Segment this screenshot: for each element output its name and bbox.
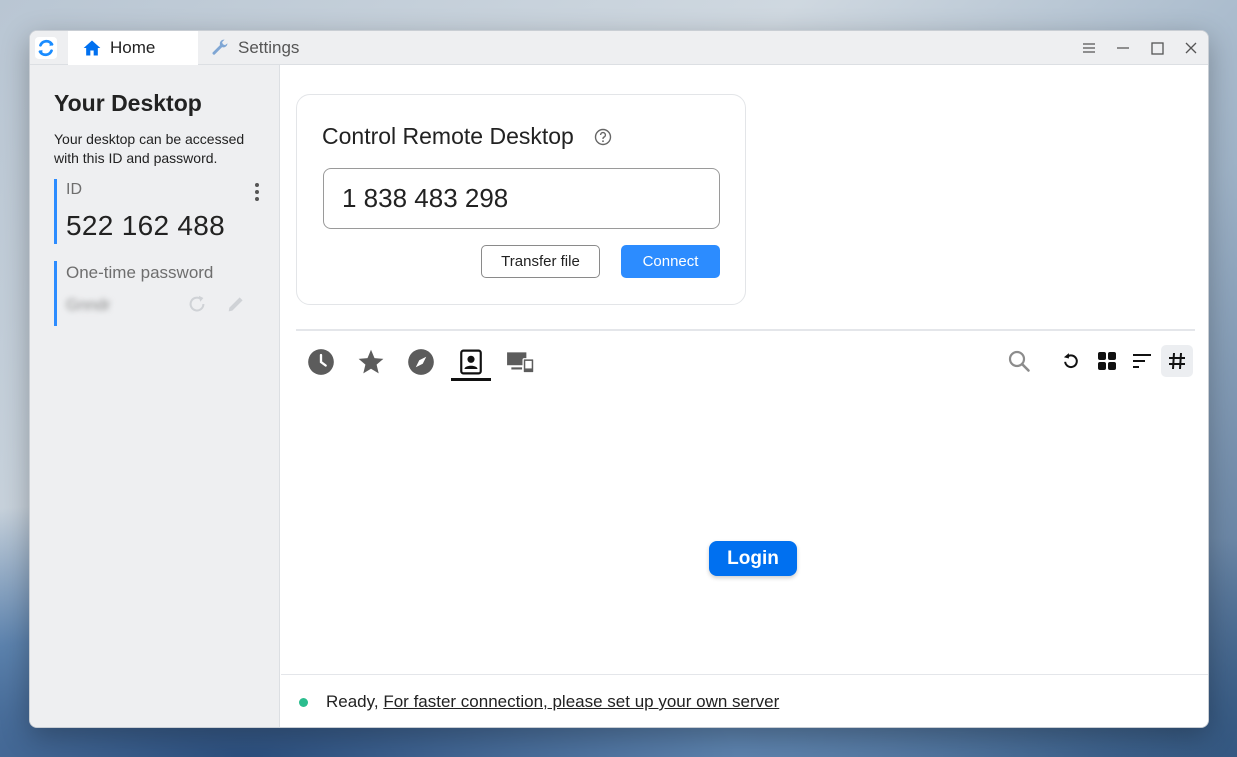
help-icon[interactable] [594,128,612,146]
tab-home-label: Home [110,38,156,57]
title-bar: Home Settings [30,31,1208,65]
status-text: Ready, For faster connection, please set… [326,692,779,712]
window-controls [1072,31,1208,65]
your-desktop-panel: Your Desktop Your desktop can be accesse… [30,65,280,727]
refresh-icon [1063,353,1078,368]
login-button[interactable]: Login [709,541,797,576]
star-icon [358,349,384,374]
tab-accessible-devices[interactable] [501,345,541,379]
refresh-password-icon[interactable] [186,293,208,315]
password-section: One-time password Gnndr [54,261,264,326]
id-label: ID [66,181,82,198]
search-icon [1008,350,1030,372]
close-button[interactable] [1174,31,1208,65]
maximize-icon [1150,41,1164,55]
more-options-icon[interactable] [250,181,264,203]
tab-address-book[interactable] [451,345,491,381]
app-window: Home Settings Your Desktop Your desktop … [29,30,1209,728]
password-value: Gnndr [66,297,111,314]
card-title: Control Remote Desktop [322,123,574,149]
id-section: ID 522 162 488 [54,179,264,244]
edit-password-icon[interactable] [225,293,247,315]
tab-favorites[interactable] [351,345,391,379]
status-bar: Ready, For faster connection, please set… [281,674,1208,727]
compass-icon [408,349,434,375]
connect-button[interactable]: Connect [621,245,720,278]
devices-icon [507,352,535,374]
tab-home[interactable]: Home [68,31,198,65]
tab-recent-sessions[interactable] [301,345,341,379]
main-content: Control Remote Desktop Transfer file Con… [281,65,1208,727]
address-book-icon [460,349,482,375]
tab-discovered[interactable] [401,345,441,379]
close-icon [1185,42,1197,54]
tab-settings[interactable]: Settings [208,31,328,65]
minimize-button[interactable] [1106,31,1140,65]
remote-id-input[interactable] [323,168,720,229]
status-indicator [299,698,308,707]
search-button[interactable] [1003,345,1035,377]
panel-description: Your desktop can be accessed with this I… [54,131,245,166]
wrench-icon [212,39,228,55]
tab-settings-label: Settings [238,38,300,57]
transfer-file-button[interactable]: Transfer file [481,245,600,278]
sort-button[interactable] [1126,345,1158,377]
panel-title: Your Desktop [54,90,202,116]
maximize-button[interactable] [1140,31,1174,65]
grid-view-icon [1098,352,1116,370]
control-remote-card: Control Remote Desktop Transfer file Con… [296,94,746,305]
id-value[interactable]: 522 162 488 [66,210,225,242]
home-icon [83,40,101,56]
password-label: One-time password [66,263,214,282]
refresh-button[interactable] [1055,345,1087,377]
menu-button[interactable] [1072,31,1106,65]
grid-view-button[interactable] [1091,345,1123,377]
tag-filter-button[interactable] [1161,345,1193,377]
minimize-icon [1117,47,1129,49]
clock-icon [308,349,334,375]
app-logo-icon [35,37,57,59]
status-state: Ready, [326,692,379,711]
divider [296,329,1195,331]
sort-icon [1133,354,1151,368]
setup-server-link[interactable]: For faster connection, please set up you… [383,692,779,711]
hashtag-icon [1169,352,1185,370]
hamburger-icon [1083,43,1095,53]
